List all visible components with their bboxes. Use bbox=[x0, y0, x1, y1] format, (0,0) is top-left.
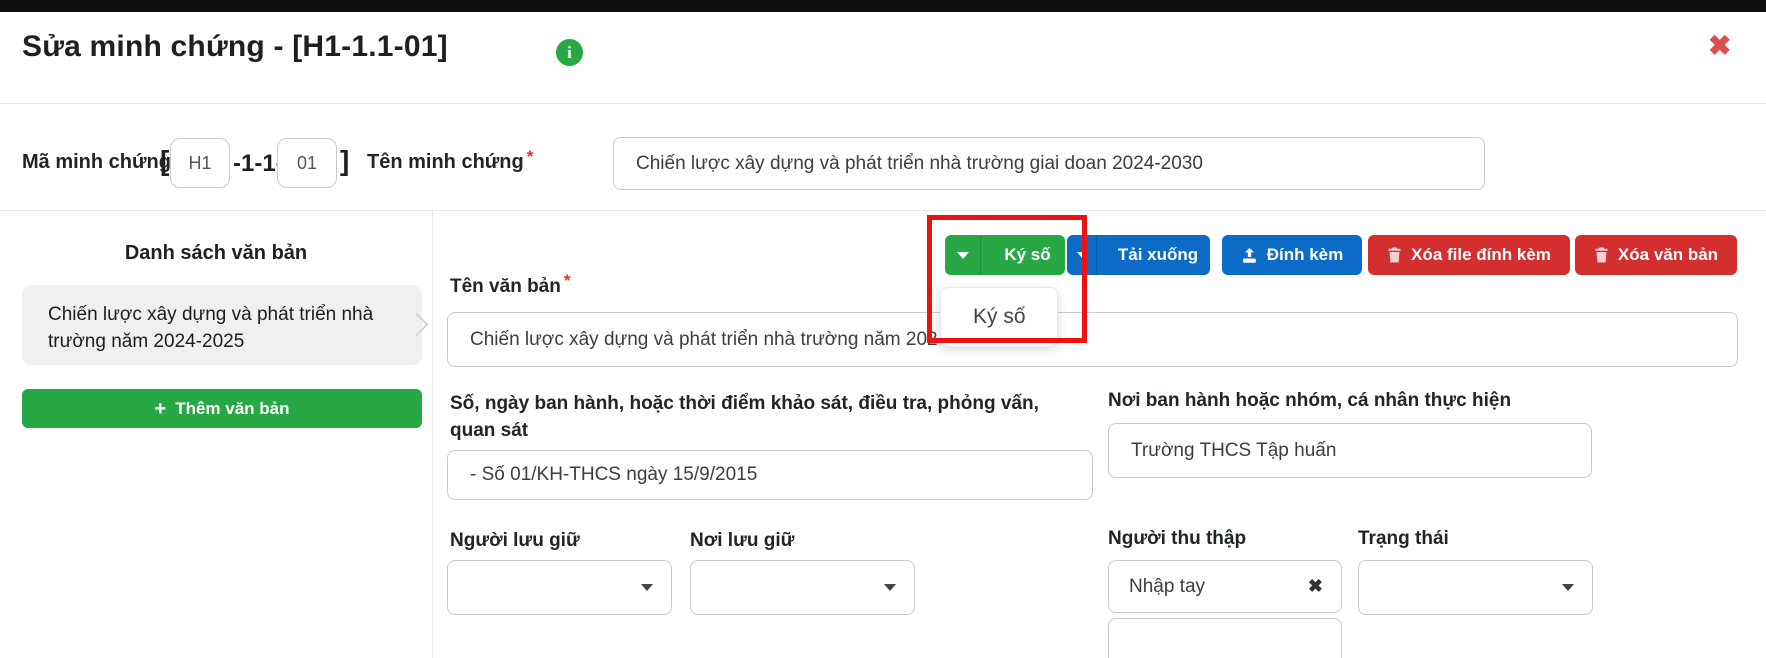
caret-down-icon bbox=[1562, 584, 1574, 591]
evidence-name-input[interactable] bbox=[613, 137, 1485, 190]
download-dropdown-toggle[interactable] bbox=[1067, 235, 1097, 275]
background-page-strip bbox=[0, 0, 1766, 12]
status-label: Trạng thái bbox=[1358, 528, 1449, 550]
caret-down-icon bbox=[1077, 252, 1087, 258]
document-list-item[interactable]: Chiến lược xây dựng và phát triển nhà tr… bbox=[22, 285, 422, 365]
panel-divider bbox=[432, 211, 433, 658]
section-divider bbox=[0, 210, 1766, 211]
issuer-label: Nơi ban hành hoặc nhóm, cá nhân thực hiệ… bbox=[1108, 390, 1511, 412]
sign-button-label: Ký số bbox=[990, 235, 1065, 275]
sign-button[interactable]: Ký số bbox=[945, 235, 1065, 275]
sign-dropdown-toggle[interactable] bbox=[945, 235, 981, 275]
clear-icon[interactable]: ✖ bbox=[1308, 576, 1323, 597]
bracket-open: [ bbox=[160, 145, 169, 177]
caret-down-icon bbox=[957, 252, 969, 259]
document-list-item-label: Chiến lược xây dựng và phát triển nhà tr… bbox=[48, 301, 392, 355]
code-part2-input[interactable] bbox=[277, 138, 337, 188]
keeper-label: Người lưu giữ bbox=[450, 530, 580, 552]
trash-icon bbox=[1387, 247, 1402, 263]
add-document-button[interactable]: + Thêm văn bản bbox=[22, 389, 422, 428]
delete-document-button-label: Xóa văn bản bbox=[1618, 245, 1718, 265]
attach-button-label: Đính kèm bbox=[1267, 245, 1344, 265]
sign-menu-item[interactable]: Ký số bbox=[941, 305, 1057, 329]
add-document-button-label: Thêm văn bản bbox=[175, 399, 289, 419]
document-list-title: Danh sách văn bản bbox=[0, 242, 432, 265]
required-asterisk: * bbox=[527, 147, 534, 166]
header-divider bbox=[0, 103, 1766, 104]
collector-select-value: Nhập tay bbox=[1129, 576, 1205, 598]
delete-file-button[interactable]: Xóa file đính kèm bbox=[1368, 235, 1570, 275]
delete-document-button[interactable]: Xóa văn bản bbox=[1575, 235, 1737, 275]
issuer-input[interactable] bbox=[1108, 423, 1592, 478]
evidence-code-label: Mã minh chứng: bbox=[22, 151, 178, 174]
keeper-select[interactable] bbox=[447, 560, 672, 615]
document-name-label: Tên văn bản* bbox=[450, 276, 570, 298]
info-icon[interactable]: i bbox=[556, 39, 583, 66]
bracket-close: ] bbox=[340, 145, 349, 177]
code-part1-input[interactable] bbox=[170, 138, 230, 188]
collector-manual-input[interactable] bbox=[1108, 618, 1342, 658]
evidence-name-label: Tên minh chứng* bbox=[367, 151, 533, 174]
delete-file-button-label: Xóa file đính kèm bbox=[1411, 245, 1551, 265]
page-title: Sửa minh chứng - [H1-1.1-01] bbox=[22, 30, 448, 64]
required-asterisk: * bbox=[564, 271, 571, 290]
collector-select[interactable]: Nhập tay ✖ bbox=[1108, 560, 1342, 613]
storage-place-label: Nơi lưu giữ bbox=[690, 530, 794, 552]
trash-icon bbox=[1594, 247, 1609, 263]
document-number-label: Số, ngày ban hành, hoặc thời điểm khảo s… bbox=[450, 390, 1060, 444]
collector-label: Người thu thập bbox=[1108, 528, 1246, 550]
close-icon[interactable]: ✖ bbox=[1708, 32, 1731, 60]
plus-icon: + bbox=[155, 399, 167, 419]
caret-down-icon bbox=[641, 584, 653, 591]
status-select[interactable] bbox=[1358, 560, 1593, 615]
document-name-input[interactable] bbox=[447, 312, 1738, 367]
edit-evidence-modal: Sửa minh chứng - [H1-1.1-01] i ✖ Mã minh… bbox=[0, 0, 1766, 658]
storage-place-select[interactable] bbox=[690, 560, 915, 615]
caret-down-icon bbox=[884, 584, 896, 591]
download-button[interactable]: Tải xuống bbox=[1067, 235, 1210, 275]
sign-dropdown-menu: Ký số bbox=[940, 287, 1058, 347]
attach-button[interactable]: Đính kèm bbox=[1222, 235, 1362, 275]
document-number-input[interactable] bbox=[447, 450, 1093, 500]
download-button-label: Tải xuống bbox=[1106, 235, 1210, 275]
upload-icon bbox=[1241, 247, 1258, 264]
